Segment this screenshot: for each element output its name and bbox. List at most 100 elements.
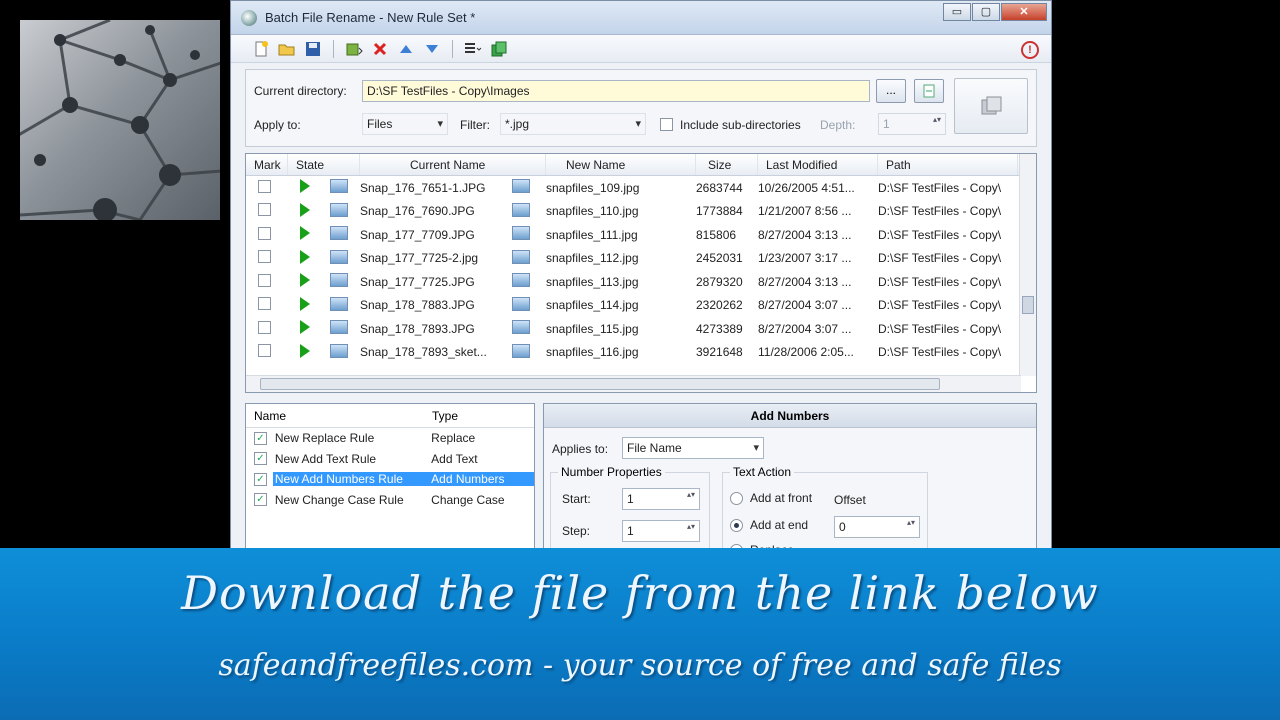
execute-rename-button[interactable] xyxy=(954,78,1028,134)
depth-stepper[interactable]: 1 xyxy=(878,113,946,135)
new-name: snapfiles_109.jpg xyxy=(546,180,640,195)
table-row[interactable]: Snap_176_7651-1.JPG snapfiles_109.jpg 2683… xyxy=(246,176,1036,200)
mark-checkbox[interactable] xyxy=(258,250,271,264)
close-button[interactable]: ✕ xyxy=(1001,3,1047,21)
column-rule-name[interactable]: Name xyxy=(246,404,424,427)
image-file-icon xyxy=(330,249,348,264)
mark-checkbox[interactable] xyxy=(258,297,271,311)
offset-label: Offset xyxy=(834,493,866,507)
current-name: Snap_177_7725-2.jpg xyxy=(360,251,479,266)
filter-select[interactable]: *.jpg xyxy=(500,113,646,135)
last-modified: 8/27/2004 3:13 ... xyxy=(758,274,852,289)
mark-checkbox[interactable] xyxy=(258,226,271,240)
rule-item[interactable]: ✓ New Replace Rule Replace xyxy=(246,428,534,449)
toolbar-separator xyxy=(452,39,453,58)
move-down-icon[interactable] xyxy=(422,39,442,59)
rule-name: New Replace Rule xyxy=(274,431,375,446)
mark-checkbox[interactable] xyxy=(258,344,271,358)
table-row[interactable]: Snap_178_7893_sket... snapfiles_116.jpg 39… xyxy=(246,341,1036,365)
column-current-name[interactable]: Current Name xyxy=(360,154,546,175)
column-last-modified[interactable]: Last Modified xyxy=(758,154,878,175)
filter-label: Filter: xyxy=(460,118,490,132)
apply-to-select[interactable]: Files xyxy=(362,113,448,135)
ready-state-icon xyxy=(300,202,310,217)
rule-item[interactable]: ✓ New Add Text Rule Add Text xyxy=(246,449,534,470)
browse-button[interactable]: ... xyxy=(876,79,906,103)
applies-to-label: Applies to: xyxy=(552,442,609,456)
table-row[interactable]: Snap_177_7725-2.jpg snapfiles_112.jpg 2452… xyxy=(246,247,1036,271)
column-mark[interactable]: Mark xyxy=(246,154,288,175)
column-state[interactable]: State xyxy=(288,154,360,175)
current-directory-label: Current directory: xyxy=(254,84,347,98)
add-at-end-radio[interactable] xyxy=(730,519,743,532)
current-directory-input[interactable]: D:\SF TestFiles - Copy\Images xyxy=(362,80,870,102)
file-path: D:\SF TestFiles - Copy\ xyxy=(878,204,1002,219)
open-icon[interactable] xyxy=(277,39,297,59)
file-path: D:\SF TestFiles - Copy\ xyxy=(878,227,1002,242)
vertical-scroll-thumb[interactable] xyxy=(1022,296,1034,314)
new-name: snapfiles_116.jpg xyxy=(546,345,639,360)
add-files-icon[interactable] xyxy=(344,39,364,59)
image-file-icon xyxy=(330,296,348,311)
maximize-button[interactable]: ▢ xyxy=(972,3,1000,21)
ready-state-icon xyxy=(300,273,310,288)
last-modified: 1/23/2007 3:17 ... xyxy=(758,251,852,266)
applies-to-select[interactable]: File Name xyxy=(622,437,764,459)
list-view-icon[interactable] xyxy=(463,39,483,59)
table-row[interactable]: Snap_177_7709.JPG snapfiles_111.jpg 815806… xyxy=(246,223,1036,247)
image-file-icon xyxy=(512,273,530,288)
delete-icon[interactable] xyxy=(370,39,390,59)
rule-checkbox[interactable]: ✓ xyxy=(254,452,267,466)
file-path: D:\SF TestFiles - Copy\ xyxy=(878,345,1002,360)
offset-stepper[interactable]: 0 xyxy=(834,516,920,538)
table-row[interactable]: Snap_178_7893.JPG snapfiles_115.jpg 427338… xyxy=(246,317,1036,341)
ready-state-icon xyxy=(300,320,310,335)
rule-type: Add Text xyxy=(431,451,478,466)
mark-checkbox[interactable] xyxy=(258,203,271,217)
save-icon[interactable] xyxy=(303,39,323,59)
add-at-front-radio[interactable] xyxy=(730,492,743,505)
horizontal-scrollbar[interactable] xyxy=(246,375,1021,392)
rule-item[interactable]: ✓ New Change Case Rule Change Case xyxy=(246,490,534,511)
minimize-button[interactable]: ▭ xyxy=(943,3,971,21)
open-folder-button[interactable] xyxy=(914,79,944,103)
file-list: Mark State Current Name New Name Size La… xyxy=(245,153,1037,393)
include-subdirectories-checkbox[interactable] xyxy=(660,118,673,131)
rule-checkbox[interactable]: ✓ xyxy=(254,493,267,507)
rule-checkbox[interactable]: ✓ xyxy=(254,472,267,486)
move-up-icon[interactable] xyxy=(396,39,416,59)
column-size[interactable]: Size xyxy=(696,154,758,175)
new-icon[interactable] xyxy=(251,39,271,59)
rule-type: Replace xyxy=(431,431,476,446)
file-path: D:\SF TestFiles - Copy\ xyxy=(878,298,1002,313)
mark-checkbox[interactable] xyxy=(258,179,271,193)
rename-icon[interactable] xyxy=(489,39,509,59)
banner-subtitle[interactable]: safeandfreefiles.com - your source of fr… xyxy=(0,648,1280,683)
help-icon[interactable]: ! xyxy=(1021,41,1039,59)
file-path: D:\SF TestFiles - Copy\ xyxy=(878,274,1002,289)
rule-item-selected[interactable]: ✓ New Add Numbers Rule Add Numbers xyxy=(246,469,534,490)
molecule-thumbnail xyxy=(20,20,220,220)
vertical-scrollbar[interactable] xyxy=(1019,154,1036,376)
mark-checkbox[interactable] xyxy=(258,320,271,334)
table-row[interactable]: Snap_176_7690.JPG snapfiles_110.jpg 177388… xyxy=(246,200,1036,224)
rule-checkbox[interactable]: ✓ xyxy=(254,431,267,445)
table-row[interactable]: Snap_177_7725.JPG snapfiles_113.jpg 287932… xyxy=(246,270,1036,294)
ready-state-icon xyxy=(300,249,310,264)
mark-checkbox[interactable] xyxy=(258,273,271,287)
title-bar[interactable]: Batch File Rename - New Rule Set * ▭ ▢ ✕ xyxy=(231,1,1051,35)
new-name: snapfiles_112.jpg xyxy=(546,251,639,266)
horizontal-scroll-thumb[interactable] xyxy=(260,378,940,390)
start-stepper[interactable]: 1 xyxy=(622,488,700,510)
step-stepper[interactable]: 1 xyxy=(622,520,700,542)
column-rule-type[interactable]: Type xyxy=(424,404,524,427)
file-path: D:\SF TestFiles - Copy\ xyxy=(878,180,1002,195)
rule-list-header: Name Type xyxy=(246,404,534,428)
molecule-graphic xyxy=(20,20,220,220)
rule-type: Add Numbers xyxy=(427,472,534,487)
table-row[interactable]: Snap_178_7883.JPG snapfiles_114.jpg 232026… xyxy=(246,294,1036,318)
column-new-name[interactable]: New Name xyxy=(546,154,696,175)
column-path[interactable]: Path xyxy=(878,154,1018,175)
window-controls: ▭ ▢ ✕ xyxy=(943,3,1047,21)
rule-name: New Add Text Rule xyxy=(274,451,377,466)
